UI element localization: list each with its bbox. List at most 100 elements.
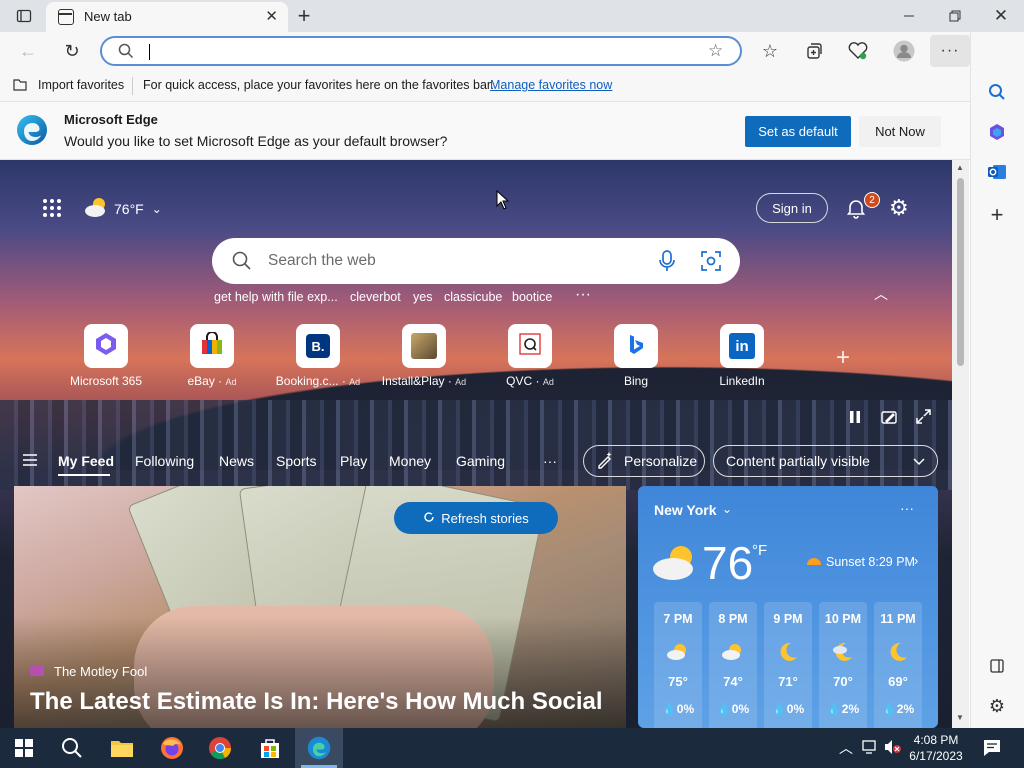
collapse-chevron-up-icon[interactable]: ︿ (874, 284, 888, 304)
page-scrollbar[interactable]: ▲ ▼ (952, 160, 969, 728)
sidebar-outlook-icon[interactable] (985, 160, 1009, 184)
suggestion-item[interactable]: classicube (444, 290, 502, 304)
volume-muted-icon[interactable] (884, 739, 902, 758)
pause-background-icon[interactable] (848, 410, 862, 427)
active-tab-underline (58, 474, 110, 476)
favorites-icon[interactable]: ☆ (758, 39, 782, 63)
tab-gaming[interactable]: Gaming (456, 453, 505, 469)
tab-money[interactable]: Money (389, 453, 431, 469)
sidebar-add-icon[interactable]: + (985, 202, 1009, 227)
microsoft-store-icon[interactable] (246, 728, 294, 768)
network-icon[interactable] (862, 739, 880, 758)
visual-search-icon[interactable] (701, 251, 721, 274)
quick-link-microsoft-365[interactable] (84, 324, 128, 368)
hour-time: 7 PM (663, 612, 693, 626)
sidebar-search-icon[interactable] (985, 80, 1009, 104)
back-icon[interactable]: ← (16, 39, 40, 63)
sunset-chevron-right-icon[interactable]: › (914, 553, 918, 568)
add-favorite-star-icon[interactable]: ☆ (708, 41, 723, 61)
search-icon (118, 43, 134, 62)
refresh-stories-button[interactable]: Refresh stories (394, 502, 558, 534)
suggestion-item[interactable]: cleverbot (350, 290, 401, 304)
file-explorer-icon[interactable] (98, 728, 146, 768)
not-now-button[interactable]: Not Now (859, 116, 941, 147)
location-chevron-down-icon[interactable]: ⌄ (722, 502, 732, 516)
hourly-forecast-item[interactable]: 9 PM 71° 💧0% (764, 602, 812, 728)
quick-link-bing[interactable] (614, 324, 658, 368)
scrollbar-thumb[interactable] (957, 178, 964, 366)
suggestion-item[interactable]: bootice (512, 290, 552, 304)
sidebar-settings-icon[interactable]: ⚙ (985, 694, 1009, 718)
weather-temperature: 76 (702, 537, 754, 589)
personalize-button[interactable]: Personalize (583, 445, 705, 477)
weather-location[interactable]: New York (654, 502, 717, 518)
hide-sidebar-icon[interactable] (985, 654, 1009, 678)
quick-link-ebay[interactable] (190, 324, 234, 368)
show-hidden-icons-chevron[interactable]: ︿ (839, 738, 853, 758)
import-favorites-icon[interactable] (12, 77, 28, 96)
new-tab-icon[interactable]: + (292, 3, 316, 28)
text-cursor (149, 44, 150, 60)
hourly-forecast-item[interactable]: 11 PM 69° 💧2% (874, 602, 922, 728)
microphone-icon[interactable] (658, 250, 676, 275)
tab-news[interactable]: News (219, 453, 254, 469)
weather-unit: °F (752, 542, 768, 559)
hourly-forecast-item[interactable]: 7 PM 75° 💧0% (654, 602, 702, 728)
edit-background-icon[interactable] (881, 409, 897, 428)
firefox-icon[interactable] (148, 728, 196, 768)
sidebar-office-icon[interactable] (985, 120, 1009, 144)
add-quick-link-icon[interactable]: + (836, 344, 850, 372)
feed-more-icon[interactable]: ··· (543, 453, 557, 469)
feed-menu-icon[interactable] (22, 453, 38, 470)
settings-more-icon[interactable]: ··· (930, 35, 970, 67)
quick-link-install-play[interactable] (402, 324, 446, 368)
quick-link-qvc[interactable] (508, 324, 552, 368)
address-bar[interactable]: ☆ (100, 36, 742, 66)
tab-play[interactable]: Play (340, 453, 367, 469)
quick-link-linkedin[interactable]: in (720, 324, 764, 368)
close-window-icon[interactable]: ✕ (989, 4, 1013, 28)
import-favorites-link[interactable]: Import favorites (38, 78, 124, 92)
content-visibility-dropdown[interactable]: Content partially visible (713, 445, 938, 477)
set-as-default-button[interactable]: Set as default (745, 116, 851, 147)
profile-avatar[interactable] (892, 39, 916, 63)
weather-chip[interactable]: 76°F ⌄ (84, 196, 162, 221)
hourly-forecast-item[interactable]: 8 PM 74° 💧0% (709, 602, 757, 728)
weather-card[interactable]: New York ⌄ ··· 76 °F Sunset 8:29 PM › 7 … (638, 486, 938, 728)
minimize-icon[interactable] (897, 4, 921, 28)
refresh-icon[interactable]: ↻ (60, 39, 84, 63)
mouse-cursor-icon (496, 189, 510, 213)
suggestion-item[interactable]: yes (413, 290, 432, 304)
taskbar-search-icon[interactable] (48, 728, 96, 768)
tab-close-icon[interactable]: ✕ (265, 7, 278, 25)
scroll-up-arrow-icon[interactable]: ▲ (956, 163, 964, 172)
article-headline[interactable]: The Latest Estimate Is In: Here's How Mu… (30, 688, 603, 716)
page-settings-gear-icon[interactable]: ⚙ (889, 195, 909, 221)
tab-sports[interactable]: Sports (276, 453, 316, 469)
hourly-forecast-item[interactable]: 10 PM 70° 💧2% (819, 602, 867, 728)
search-input[interactable]: Search the web (268, 252, 376, 270)
tab-my-feed[interactable]: My Feed (58, 453, 114, 469)
app-launcher-icon[interactable] (42, 198, 62, 221)
title-bar: New tab ✕ + ✕ (0, 0, 1024, 32)
tab-new-tab[interactable]: New tab ✕ (46, 2, 288, 32)
quick-link-booking[interactable]: B. (296, 324, 340, 368)
web-search-box[interactable]: Search the web (212, 238, 740, 284)
tab-actions-icon[interactable] (12, 4, 36, 28)
scroll-down-arrow-icon[interactable]: ▼ (956, 713, 964, 722)
sign-in-button[interactable]: Sign in (756, 193, 828, 223)
clock[interactable]: 4:08 PM 6/17/2023 (906, 732, 966, 764)
collections-icon[interactable] (802, 39, 826, 63)
notification-center-icon[interactable] (982, 738, 1002, 761)
edge-taskbar-icon[interactable] (295, 728, 343, 768)
tab-following[interactable]: Following (135, 453, 194, 469)
restore-icon[interactable] (943, 4, 967, 28)
browser-essentials-icon[interactable] (846, 39, 870, 63)
chrome-icon[interactable] (196, 728, 244, 768)
manage-favorites-link[interactable]: Manage favorites now (490, 78, 612, 92)
more-suggestions-icon[interactable]: ··· (575, 286, 591, 304)
expand-background-icon[interactable] (916, 409, 931, 427)
start-button[interactable] (0, 728, 48, 768)
suggestion-item[interactable]: get help with file exp... (214, 290, 338, 304)
weather-more-icon[interactable]: ··· (900, 500, 914, 516)
